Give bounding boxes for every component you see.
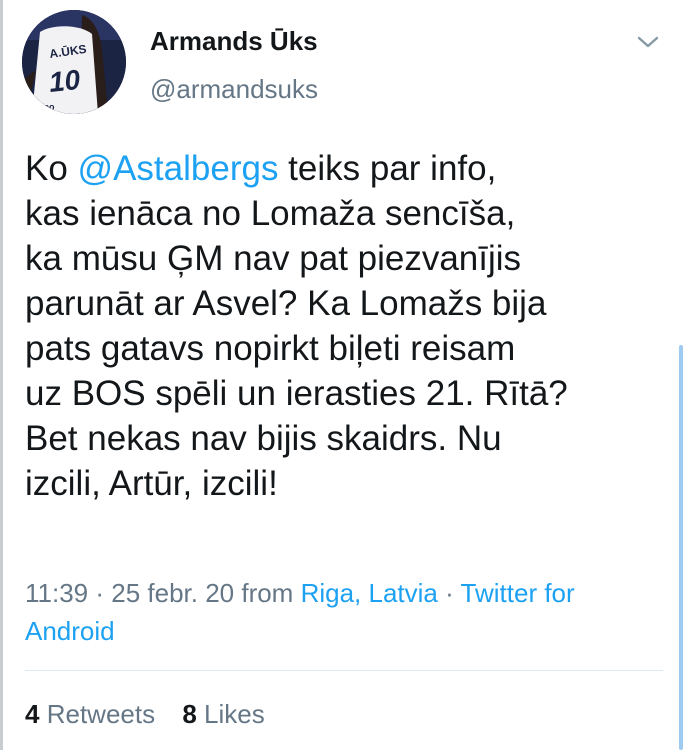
likes-count: 8	[182, 699, 197, 729]
divider	[25, 670, 663, 671]
chevron-down-icon[interactable]	[635, 32, 661, 52]
display-name[interactable]: Armands Ūks	[150, 26, 318, 56]
svg-text:10: 10	[47, 64, 82, 98]
retweets-stat[interactable]: 4 Retweets	[25, 698, 155, 730]
location-link[interactable]: Riga, Latvia	[301, 578, 438, 608]
tweet-stats: 4 Retweets 8 Likes	[25, 698, 285, 730]
scrollbar[interactable]	[679, 345, 683, 750]
user-handle[interactable]: @armandsuks	[150, 74, 318, 104]
tweet-meta: 11:39 · 25 febr. 20 from Riga, Latvia · …	[25, 574, 665, 650]
svg-text:ideo: ideo	[36, 102, 55, 112]
avatar-image: A.ŪKS 10 ideo	[22, 10, 126, 114]
user-names: Armands Ūks @armandsuks	[150, 26, 318, 104]
avatar[interactable]: A.ŪKS 10 ideo	[22, 10, 126, 114]
timestamp[interactable]: 11:39 · 25 febr. 20 from	[25, 578, 301, 608]
tweet-text-body: kas ienāca no Lomaža sencīša, ka mūsu ĢM…	[25, 194, 568, 503]
meta-separator: ·	[437, 578, 461, 608]
tweet-text: Ko @Astalbergs teiks par info, kas ienāc…	[25, 146, 665, 506]
retweets-count: 4	[25, 699, 40, 729]
tweet-header: A.ŪKS 10 ideo Armands Ūks @armandsuks	[22, 10, 665, 120]
window-left-border	[0, 0, 3, 750]
likes-stat[interactable]: 8 Likes	[182, 698, 264, 730]
tweet-text-line1-end: teiks par info,	[278, 149, 497, 188]
mention-link[interactable]: @Astalbergs	[78, 149, 279, 188]
likes-label: Likes	[204, 699, 265, 729]
retweets-label: Retweets	[46, 699, 156, 729]
tweet-text-start: Ko	[25, 149, 78, 188]
